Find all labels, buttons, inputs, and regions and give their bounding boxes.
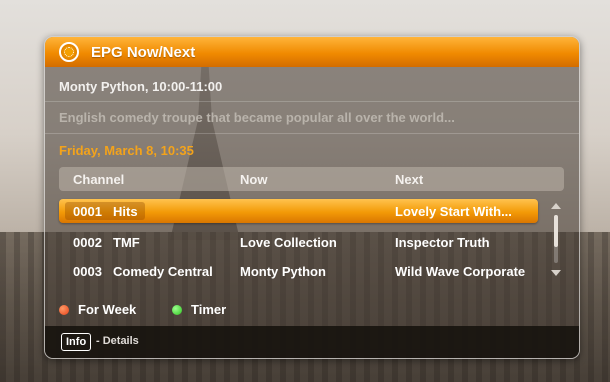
red-button-icon bbox=[59, 304, 69, 315]
table-header: Channel Now Next bbox=[59, 167, 564, 191]
divider bbox=[45, 133, 579, 134]
channel-number: 0001 bbox=[73, 204, 102, 219]
scroll-up-arrow-icon[interactable] bbox=[551, 203, 561, 209]
panel-title: EPG Now/Next bbox=[91, 43, 196, 61]
channel-row[interactable]: 0002 TMF Love Collection Inspector Truth bbox=[59, 230, 538, 254]
epg-panel: EPG Now/Next Monty Python, 10:00-11:00 E… bbox=[44, 36, 580, 359]
legend-label: For Week bbox=[78, 302, 137, 317]
scroll-down-arrow-icon[interactable] bbox=[551, 270, 561, 276]
now-program: Love Collection bbox=[240, 235, 337, 250]
legend-label: Timer bbox=[191, 302, 227, 317]
channel-row-selected[interactable]: 0001 Hits Lovely Start With... bbox=[59, 199, 538, 223]
footer-bar: Info - Details bbox=[45, 326, 579, 358]
green-button-icon bbox=[172, 304, 182, 315]
channel-number: 0003 bbox=[73, 264, 102, 279]
program-title: Monty Python, 10:00-11:00 bbox=[59, 79, 223, 94]
next-program: Inspector Truth bbox=[395, 235, 490, 250]
channel-name: TMF bbox=[113, 235, 140, 250]
divider bbox=[45, 101, 579, 102]
next-program: Lovely Start With... bbox=[395, 204, 512, 219]
now-program: Monty Python bbox=[240, 264, 326, 279]
next-program: Wild Wave Corporate bbox=[395, 264, 526, 279]
column-header-next: Next bbox=[395, 172, 424, 187]
legend-for-week[interactable]: For Week bbox=[59, 302, 136, 317]
title-bar: EPG Now/Next bbox=[45, 37, 579, 67]
channel-number: 0002 bbox=[73, 235, 102, 250]
column-header-now: Now bbox=[240, 172, 268, 187]
column-header-channel: Channel bbox=[73, 172, 125, 187]
current-date-time: Friday, March 8, 10:35 bbox=[59, 143, 194, 158]
legend-timer[interactable]: Timer bbox=[172, 302, 226, 317]
program-description: English comedy troupe that became popula… bbox=[59, 110, 455, 125]
channel-name: Comedy Central bbox=[113, 264, 213, 279]
info-key-button[interactable]: Info bbox=[61, 333, 92, 351]
channel-name: Hits bbox=[113, 204, 138, 219]
channel-row[interactable]: 0003 Comedy Central Monty Python Wild Wa… bbox=[59, 259, 538, 283]
scrollbar-thumb[interactable] bbox=[554, 215, 558, 247]
footer-hint: - Details bbox=[96, 335, 139, 347]
epg-icon bbox=[59, 42, 79, 62]
